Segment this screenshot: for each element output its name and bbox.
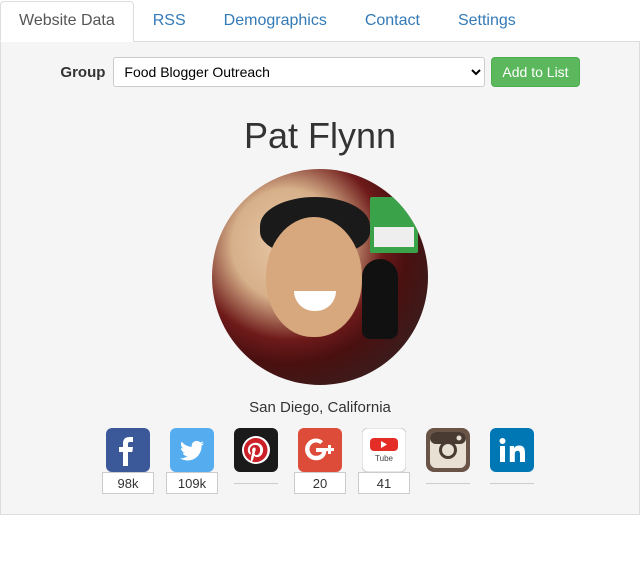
tab-rss[interactable]: RSS <box>134 1 205 42</box>
twitter-icon[interactable] <box>170 428 214 472</box>
pinterest-count <box>234 483 278 484</box>
social-counts: 98k 109k 20 41 <box>11 472 629 494</box>
linkedin-count <box>490 483 534 484</box>
svg-text:Tube: Tube <box>375 454 393 463</box>
linkedin-icon[interactable] <box>490 428 534 472</box>
tab-settings[interactable]: Settings <box>439 1 535 42</box>
tab-contact[interactable]: Contact <box>346 1 439 42</box>
instagram-count <box>426 483 470 484</box>
profile-location: San Diego, California <box>11 399 629 416</box>
tab-demographics[interactable]: Demographics <box>205 1 346 42</box>
youtube-count: 41 <box>358 472 410 494</box>
profile-name: Pat Flynn <box>11 115 629 157</box>
tab-website-data[interactable]: Website Data <box>0 1 134 42</box>
group-label: Group <box>60 64 105 81</box>
googleplus-count: 20 <box>294 472 346 494</box>
group-select[interactable]: Food Blogger Outreach <box>113 57 485 87</box>
group-row: Group Food Blogger Outreach Add to List <box>11 57 629 87</box>
twitter-count: 109k <box>166 472 218 494</box>
social-icons: Tube <box>11 428 629 472</box>
googleplus-icon[interactable] <box>298 428 342 472</box>
pinterest-icon[interactable] <box>234 428 278 472</box>
add-to-list-button[interactable]: Add to List <box>491 57 579 87</box>
instagram-icon[interactable] <box>426 428 470 472</box>
profile: Pat Flynn San Diego, California Tube <box>11 115 629 494</box>
tabs: Website Data RSS Demographics Contact Se… <box>0 0 640 42</box>
panel: Group Food Blogger Outreach Add to List … <box>0 42 640 515</box>
avatar <box>212 169 428 385</box>
facebook-icon[interactable] <box>106 428 150 472</box>
youtube-icon[interactable]: Tube <box>362 428 406 472</box>
facebook-count: 98k <box>102 472 154 494</box>
